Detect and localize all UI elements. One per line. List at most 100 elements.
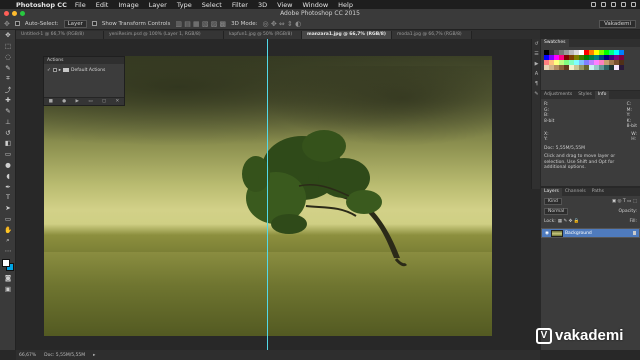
battery-icon[interactable]: [601, 2, 606, 7]
marquee-tool-icon[interactable]: ⬚: [0, 41, 16, 52]
tab-styles[interactable]: Styles: [575, 91, 595, 99]
history-icon[interactable]: ↺: [532, 39, 541, 49]
quick-select-tool-icon[interactable]: ✎: [0, 62, 16, 73]
3d-mode-icons[interactable]: ◎ ✥ ⇔ ⇕ ◐: [263, 20, 302, 28]
tab-paths[interactable]: Paths: [589, 188, 607, 196]
dodge-tool-icon[interactable]: ◖: [0, 170, 16, 181]
tab-yeniresim[interactable]: yeniResim.psd @ 100% (Layer 1, RGB/8): [104, 31, 224, 39]
minimize-window-icon[interactable]: [12, 11, 17, 16]
hand-tool-icon[interactable]: ✋: [0, 224, 16, 235]
swatch-grid: [541, 47, 640, 73]
eraser-tool-icon[interactable]: ◧: [0, 138, 16, 149]
tab-channels[interactable]: Channels: [562, 188, 589, 196]
menu-select[interactable]: Select: [202, 1, 222, 9]
visibility-eye-icon[interactable]: ◉: [545, 230, 549, 237]
menu-view[interactable]: View: [277, 1, 292, 9]
menu-type[interactable]: Type: [177, 1, 192, 9]
shape-tool-icon[interactable]: ▭: [0, 214, 16, 225]
zoom-tool-icon[interactable]: ⌕: [0, 235, 16, 246]
crop-tool-icon[interactable]: ⌗: [0, 73, 16, 84]
clone-stamp-icon[interactable]: ⊥: [0, 116, 16, 127]
menu-window[interactable]: Window: [303, 1, 329, 9]
blend-mode-dropdown[interactable]: Normal: [544, 207, 569, 215]
menu-help[interactable]: Help: [338, 1, 353, 9]
gradient-tool-icon[interactable]: ▭: [0, 149, 16, 160]
brush-tool-icon[interactable]: ✎: [0, 106, 16, 117]
layer-name[interactable]: Background: [565, 230, 592, 237]
stop-icon[interactable]: ■: [49, 99, 53, 104]
menu-layer[interactable]: Layer: [149, 1, 167, 9]
new-action-icon[interactable]: ▢: [102, 99, 106, 104]
checkmark-icon[interactable]: ✓: [47, 68, 51, 73]
menu-3d[interactable]: 3D: [258, 1, 267, 9]
document-tabs: Untitled-1 @ 66,7% (RGB/8) yeniResim.psd…: [16, 30, 540, 39]
actions-panel-title[interactable]: Actions: [44, 57, 124, 64]
tab-manzara[interactable]: manzara1.jpg @ 66,7% (RGB/8): [302, 31, 392, 39]
menu-filter[interactable]: Filter: [232, 1, 248, 9]
status-arrow-icon[interactable]: ▸: [93, 353, 95, 358]
info-readout: R: G: B: 8-bit C: M: Y: K: 8-bit X: Y: W…: [541, 99, 640, 174]
lock-icons[interactable]: ▦ ✎ ✥ 🔒: [558, 219, 580, 224]
tab-moda[interactable]: moda1.jpg @ 66,7% (RGB/8): [392, 31, 472, 39]
lasso-tool-icon[interactable]: ◌: [0, 52, 16, 63]
properties-icon[interactable]: ☰: [532, 49, 541, 59]
screen-mode-icon[interactable]: ▣: [0, 284, 16, 295]
zoom-window-icon[interactable]: [20, 11, 25, 16]
tab-layers[interactable]: Layers: [541, 188, 562, 196]
app-menu[interactable]: Photoshop CC: [16, 1, 67, 9]
type-tool-icon[interactable]: T: [0, 192, 16, 203]
more-tools-icon[interactable]: ⋯: [0, 246, 16, 257]
swatch-63[interactable]: [619, 65, 624, 70]
cyan-guide-line[interactable]: [267, 39, 268, 350]
expand-arrow-icon[interactable]: ▸: [59, 68, 61, 73]
actions-icon[interactable]: ▶: [532, 59, 541, 69]
clock-icon[interactable]: [611, 2, 616, 7]
blur-tool-icon[interactable]: ●: [0, 160, 16, 171]
doc-size-info: Doc: 5,55M/5,55M: [544, 145, 585, 151]
path-select-icon[interactable]: ➤: [0, 203, 16, 214]
play-icon[interactable]: ▶: [76, 99, 79, 104]
character-icon[interactable]: A: [532, 69, 541, 79]
vakademi-logo-icon: V: [536, 327, 552, 344]
auto-select-dropdown[interactable]: Layer: [63, 19, 87, 28]
new-set-icon[interactable]: ▭: [88, 99, 92, 104]
menu-image[interactable]: Image: [118, 1, 138, 9]
tab-kapfun[interactable]: kapfun1.jpg @ 50% (RGB/8): [224, 31, 302, 39]
trash-icon[interactable]: ✕: [116, 99, 120, 104]
quick-mask-icon[interactable]: ◙: [0, 273, 16, 284]
transform-controls-checkbox[interactable]: [91, 21, 97, 26]
filter-icons[interactable]: ▣ ◎ T ▭ ⬚: [612, 199, 637, 204]
lock-label: Lock:: [544, 218, 556, 224]
tab-info[interactable]: Info: [594, 91, 610, 99]
foreground-color[interactable]: [2, 258, 10, 267]
menu-edit[interactable]: Edit: [96, 1, 109, 9]
close-window-icon[interactable]: [4, 11, 9, 16]
brush-presets-icon[interactable]: ✎: [532, 89, 541, 99]
workspace-switcher[interactable]: Vakademi: [599, 19, 636, 28]
wifi-icon[interactable]: [591, 2, 596, 7]
eyedropper-tool-icon[interactable]: ⤴: [0, 84, 16, 95]
pen-tool-icon[interactable]: ✒: [0, 181, 16, 192]
tool-hint: Click and drag to move layer or selectio…: [544, 154, 616, 170]
zoom-level[interactable]: 66,67%: [19, 353, 36, 358]
dialog-toggle[interactable]: [52, 68, 57, 72]
auto-select-checkbox[interactable]: [14, 21, 20, 26]
layer-background-row[interactable]: ◉ Background: [541, 228, 640, 238]
healing-brush-icon[interactable]: ✚: [0, 95, 16, 106]
color-swatches[interactable]: [0, 257, 16, 273]
record-icon[interactable]: ●: [62, 99, 66, 104]
notification-icon[interactable]: [631, 2, 636, 7]
fill-label: Fill:: [629, 218, 637, 224]
move-tool-preset-icon[interactable]: ✥: [4, 20, 10, 28]
menu-file[interactable]: File: [75, 1, 86, 9]
paragraph-icon[interactable]: ¶: [532, 79, 541, 89]
move-tool-icon[interactable]: ✥: [0, 30, 16, 41]
filter-kind-dropdown[interactable]: Kind: [544, 197, 562, 205]
align-icons[interactable]: ▥ ▤ ▦ ▧ ▨ ▩: [175, 20, 226, 28]
tab-untitled[interactable]: Untitled-1 @ 66,7% (RGB/8): [16, 31, 104, 39]
tab-adjustments[interactable]: Adjustments: [541, 91, 575, 99]
spotlight-icon[interactable]: [621, 2, 626, 7]
actions-folder-row[interactable]: ✓ ▸ Default Actions: [44, 66, 124, 74]
history-brush-icon[interactable]: ↺: [0, 127, 16, 138]
tab-swatches[interactable]: Swatches: [541, 39, 569, 47]
